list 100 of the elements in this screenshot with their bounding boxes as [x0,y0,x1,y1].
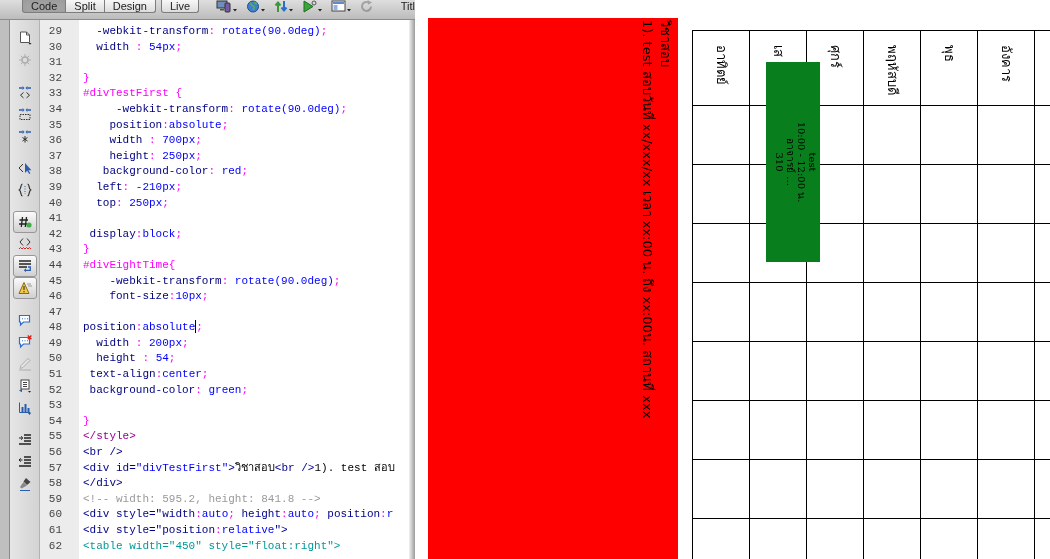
line-number: 43 [48,242,62,258]
up-down-arrows-icon[interactable] [274,0,295,13]
code-line: text-align:center; [88,367,209,383]
table-cell [977,459,1035,519]
outdent-icon[interactable] [17,455,32,469]
view-tab[interactable]: Design [103,0,156,13]
table-cell [863,223,921,283]
arrows-selection-icon[interactable] [17,107,32,121]
indent-icon[interactable] [17,433,32,447]
view-tab[interactable]: Split [65,0,105,13]
code-line: background-color: green; [88,382,249,398]
table-cell [977,223,1035,283]
code-line: width : 700px; [108,133,202,149]
line-number: 29 [48,24,62,39]
table-cell [863,400,921,460]
code-line: position:absolute; [83,320,203,336]
code-line: <table width="450" style="float:right"> [83,538,341,554]
line-number: 50 [48,351,62,367]
code-line: background-color: red; [101,164,249,180]
exam-title: วิชาสอบ [657,20,674,67]
line-number: 52 [48,382,62,398]
table-cell [692,518,750,559]
code-line: <div id="divTestFirst">วิชาสอบ<br />1). test สอบ [83,460,395,476]
table-cell [692,223,750,283]
table-cell [749,400,807,460]
day-label: พุธ [941,45,957,62]
table-cell [977,282,1035,342]
live-button[interactable]: Live [160,0,200,13]
line-number: 62 [48,538,62,554]
code-line: top: 250px; [95,195,169,211]
code-line: <br /> [83,445,123,461]
devices-icon[interactable] [216,0,239,13]
line-number: 54 [48,413,62,429]
code-line: } [83,413,90,429]
line-number: 40 [48,195,62,211]
line-number: 57 [48,460,62,476]
tag-squiggle-icon[interactable] [17,237,32,251]
line-number: 42 [48,226,62,242]
view-tab[interactable]: Code [22,0,67,13]
line-number: 38 [48,164,62,180]
line-number: 56 [48,445,62,461]
comment-icon[interactable] [17,313,32,327]
table-cell [692,459,750,519]
table-cell [863,459,921,519]
code-line: -webkit-transform: rotate(90.0deg); [115,101,348,117]
tag-pointer-icon[interactable] [17,161,32,175]
document-list-icon[interactable] [17,379,32,393]
comment-delete-icon[interactable] [17,335,32,349]
code-line: display:block; [88,226,183,242]
bar-chart-icon[interactable] [17,401,32,415]
code-line: <div style="position:relative"> [83,523,288,538]
line-number: 58 [48,476,62,492]
line-number: 31 [48,55,62,71]
code-line: width : 54px; [95,39,183,55]
code-line: } [83,242,90,258]
code-line: position:absolute; [108,117,229,133]
line-number: 41 [48,211,62,227]
code-line: #divTestFirst { [83,86,183,102]
title-label: Titl [400,0,415,12]
toggle-button[interactable] [12,255,37,277]
table-cell [977,400,1035,460]
line-number: 37 [48,148,62,164]
code-line: <!-- width: 595.2, height: 841.8 --> [83,491,321,507]
table-cell [806,400,864,460]
day-label: ศุกร์ [827,45,843,68]
code-line: -webkit-transform: rotate(90.0deg); [95,24,328,39]
instructor-name: อาจารย์ ... [785,138,796,186]
table-cell [920,223,978,283]
table-cell [863,341,921,401]
line-number: 47 [48,304,62,320]
table-cell [692,282,750,342]
toggle-button[interactable] [12,277,37,299]
line-number: 46 [48,289,62,305]
window-icon[interactable] [331,0,353,13]
day-label: อังคาร [998,45,1014,82]
room-number: 310 [774,152,785,172]
line-number: 53 [48,398,62,414]
arrows-asterisk-icon[interactable] [17,129,32,143]
code-line: #divEightTime{ [83,257,176,273]
globe-icon[interactable] [246,0,267,13]
code-line: height: 250px; [108,148,202,164]
line-number: 45 [48,273,62,289]
table-cell [749,282,807,342]
line-number: 39 [48,179,62,195]
code-line: left: -210px; [95,179,183,195]
brush-icon[interactable] [17,477,32,491]
table-cell [920,341,978,401]
code-line: font-size:10px; [108,289,209,305]
toggle-button[interactable] [12,211,37,233]
table-cell [863,164,921,224]
play-icon[interactable] [302,0,324,13]
table-cell [977,164,1035,224]
day-label: พฤหัสบดี [884,45,900,95]
document-icon[interactable] [17,31,32,45]
code-line: </div> [83,476,123,492]
table-cell [749,341,807,401]
day-label: เส [770,45,786,57]
braces-icon[interactable] [17,183,32,197]
line-number: 33 [48,86,62,102]
arrows-tag-icon[interactable] [17,85,32,99]
